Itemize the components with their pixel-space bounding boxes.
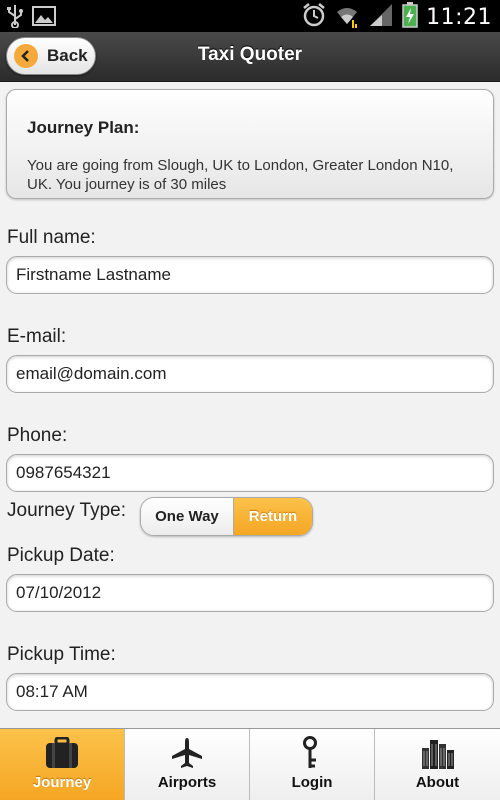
pickup-time-input[interactable] <box>6 673 494 711</box>
tab-journey[interactable]: Journey <box>0 729 125 800</box>
pickup-date-input[interactable] <box>6 574 494 612</box>
email-input[interactable] <box>6 355 494 393</box>
battery-charging-icon <box>402 2 418 33</box>
airplane-icon <box>170 736 204 770</box>
pickup-time-label: Pickup Time: <box>7 644 116 665</box>
journey-plan-card: Journey Plan: You are going from Slough,… <box>6 89 494 199</box>
signal-icon <box>368 2 394 33</box>
status-bar: 11:21 <box>0 0 500 32</box>
status-clock: 11:21 <box>426 5 492 30</box>
alarm-icon <box>302 2 326 33</box>
phone-input[interactable] <box>6 454 494 492</box>
buildings-icon <box>421 736 455 770</box>
image-icon <box>32 5 56 32</box>
tab-airports[interactable]: Airports <box>125 729 250 800</box>
wifi-icon <box>334 2 360 33</box>
usb-icon <box>6 4 24 33</box>
journey-plan-title: Journey Plan: <box>27 118 140 137</box>
bottom-tab-bar: Journey Airports Login About <box>0 728 500 800</box>
full-name-label: Full name: <box>7 227 96 248</box>
email-label: E-mail: <box>7 326 67 347</box>
pickup-date-label: Pickup Date: <box>7 545 115 566</box>
journey-type-toggle: One Way Return <box>140 497 313 536</box>
full-name-input[interactable] <box>6 256 494 294</box>
tab-login-label: Login <box>291 774 333 791</box>
tab-login[interactable]: Login <box>250 729 375 800</box>
tab-airports-label: Airports <box>157 774 217 791</box>
journey-plan-text: You are going from Slough, UK to London,… <box>27 157 454 193</box>
journey-type-label: Journey Type: <box>7 500 127 521</box>
briefcase-icon <box>44 736 80 770</box>
header-bar: Back Taxi Quoter <box>0 32 500 82</box>
one-way-option[interactable]: One Way <box>141 498 234 535</box>
page-title: Taxi Quoter <box>197 44 303 65</box>
tab-journey-label: Journey <box>32 774 92 791</box>
tab-about[interactable]: About <box>375 729 500 800</box>
phone-label: Phone: <box>7 425 68 446</box>
key-icon <box>302 736 322 770</box>
return-option[interactable]: Return <box>233 498 312 535</box>
tab-about-label: About <box>415 774 460 791</box>
